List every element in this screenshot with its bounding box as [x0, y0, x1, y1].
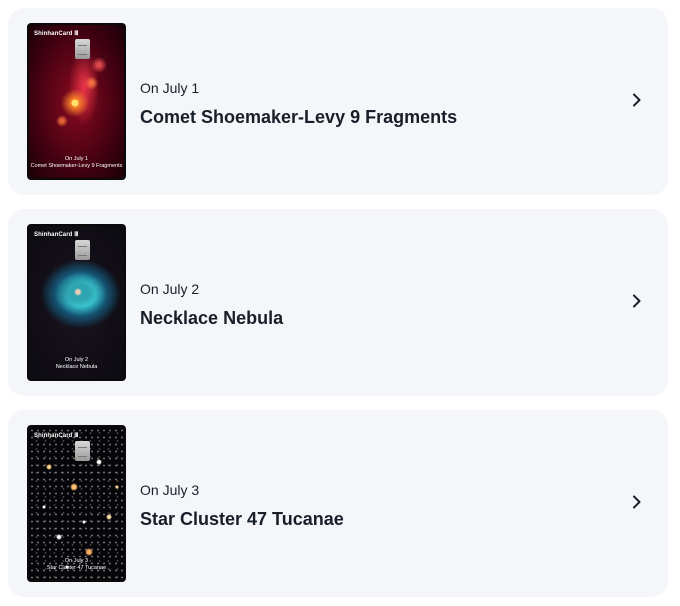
item-date: On July 2	[140, 281, 200, 297]
card-list: ShinhanCard Ⅲ On July 1 Comet Shoemaker-…	[0, 0, 680, 606]
card-caption: On July 3 Star Cluster 47 Tucanae	[29, 558, 124, 572]
chevron-right-icon[interactable]	[630, 93, 644, 107]
card-brand-logo: ShinhanCard Ⅲ	[34, 232, 79, 238]
card-caption: On July 2 Necklace Nebula	[29, 357, 124, 371]
card-chip-icon	[75, 39, 90, 59]
card-chip-icon	[75, 240, 90, 260]
card-caption-title: Necklace Nebula	[55, 364, 98, 370]
card-caption-date: On July 3	[64, 558, 89, 564]
card-list-item[interactable]: ShinhanCard Ⅲ On July 2 Necklace Nebula …	[8, 209, 668, 396]
item-text: On July 2 Necklace Nebula	[140, 280, 283, 330]
item-text: On July 3 Star Cluster 47 Tucanae	[140, 481, 344, 531]
card-image-cluster: ShinhanCard Ⅲ On July 3 Star Cluster 47 …	[27, 425, 126, 582]
card-brand-logo: ShinhanCard Ⅲ	[34, 433, 79, 439]
item-text: On July 1 Comet Shoemaker-Levy 9 Fragmen…	[140, 79, 457, 129]
card-caption-date: On July 1	[64, 156, 89, 162]
card-caption-title: Comet Shoemaker-Levy 9 Fragments	[30, 163, 123, 169]
item-date: On July 1	[140, 80, 200, 96]
card-brand-logo: ShinhanCard Ⅲ	[34, 31, 79, 37]
card-list-item[interactable]: ShinhanCard Ⅲ On July 3 Star Cluster 47 …	[8, 410, 668, 597]
card-list-item[interactable]: ShinhanCard Ⅲ On July 1 Comet Shoemaker-…	[8, 8, 668, 195]
item-date: On July 3	[140, 482, 200, 498]
chevron-right-icon[interactable]	[630, 294, 644, 308]
card-image-nebula: ShinhanCard Ⅲ On July 2 Necklace Nebula	[27, 224, 126, 381]
card-chip-icon	[75, 441, 90, 461]
card-caption-title: Star Cluster 47 Tucanae	[46, 565, 107, 571]
chevron-right-icon[interactable]	[630, 495, 644, 509]
card-caption-date: On July 2	[64, 357, 89, 363]
item-title: Comet Shoemaker-Levy 9 Fragments	[140, 107, 458, 127]
item-title: Necklace Nebula	[140, 308, 284, 328]
card-image-comet: ShinhanCard Ⅲ On July 1 Comet Shoemaker-…	[27, 23, 126, 180]
card-caption: On July 1 Comet Shoemaker-Levy 9 Fragmen…	[29, 156, 124, 170]
item-title: Star Cluster 47 Tucanae	[140, 509, 344, 529]
